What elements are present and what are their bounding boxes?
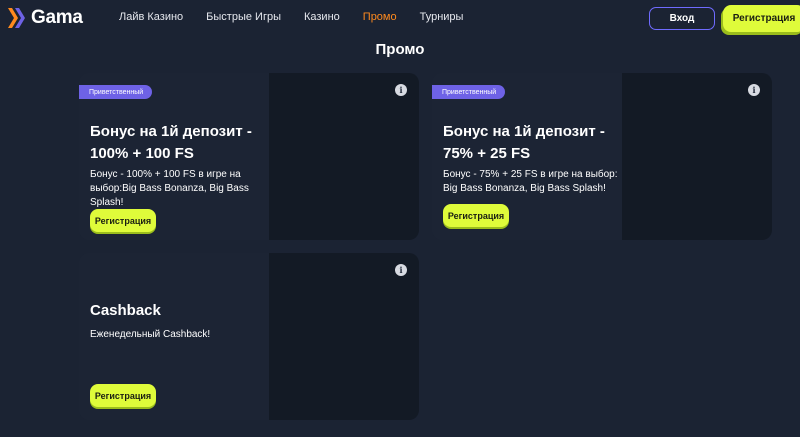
- promo-card-welcome-75: Приветственный i Бонус на 1й депозит - 7…: [432, 73, 772, 240]
- nav-casino[interactable]: Казино: [304, 11, 340, 23]
- promo-card-welcome-100: Приветственный i Бонус на 1й депозит - 1…: [79, 73, 419, 240]
- page-title: Промо: [375, 41, 425, 58]
- promo-register-button[interactable]: Регистрация: [443, 204, 509, 227]
- main-nav: Лайв Казино Быстрые Игры Казино Промо Ту…: [119, 11, 486, 23]
- promo-card-art: [269, 73, 419, 240]
- promo-register-button[interactable]: Регистрация: [90, 209, 156, 232]
- logo[interactable]: Gama: [8, 7, 83, 29]
- promo-page: Gama Лайв Казино Быстрые Игры Казино Про…: [0, 0, 800, 437]
- promo-title: Бонус на 1й депозит - 100% + 100 FS: [90, 123, 252, 162]
- promo-register-button[interactable]: Регистрация: [90, 384, 156, 407]
- promo-badge: Приветственный: [432, 85, 506, 99]
- promo-badge: Приветственный: [79, 85, 153, 99]
- top-header: Gama Лайв Казино Быстрые Игры Казино Про…: [0, 0, 800, 37]
- info-icon[interactable]: i: [395, 264, 407, 276]
- promo-title: Бонус на 1й депозит - 75% + 25 FS: [443, 123, 605, 162]
- promo-description: Еженедельный Cashback!: [90, 329, 211, 340]
- register-button[interactable]: Регистрация: [723, 5, 800, 32]
- nav-tournaments[interactable]: Турниры: [420, 11, 464, 23]
- nav-live-casino[interactable]: Лайв Казино: [119, 11, 183, 23]
- promo-description: Бонус - 100% + 100 FS в игре на выбор:Bi…: [90, 169, 249, 208]
- logo-text: Gama: [31, 7, 83, 28]
- info-icon[interactable]: i: [395, 84, 407, 96]
- login-button[interactable]: Вход: [649, 7, 715, 30]
- nav-promo[interactable]: Промо: [363, 11, 397, 23]
- promo-card-art: [622, 73, 772, 240]
- promo-card-art: [269, 253, 419, 420]
- promo-title: Cashback: [90, 302, 161, 319]
- logo-chevrons-icon: [8, 8, 25, 28]
- promo-card-cashback: i Cashback Еженедельный Cashback! Регист…: [79, 253, 419, 420]
- nav-fast-games[interactable]: Быстрые Игры: [206, 11, 281, 23]
- info-icon[interactable]: i: [748, 84, 760, 96]
- promo-description: Бонус - 75% + 25 FS в игре на выбор: Big…: [443, 169, 618, 194]
